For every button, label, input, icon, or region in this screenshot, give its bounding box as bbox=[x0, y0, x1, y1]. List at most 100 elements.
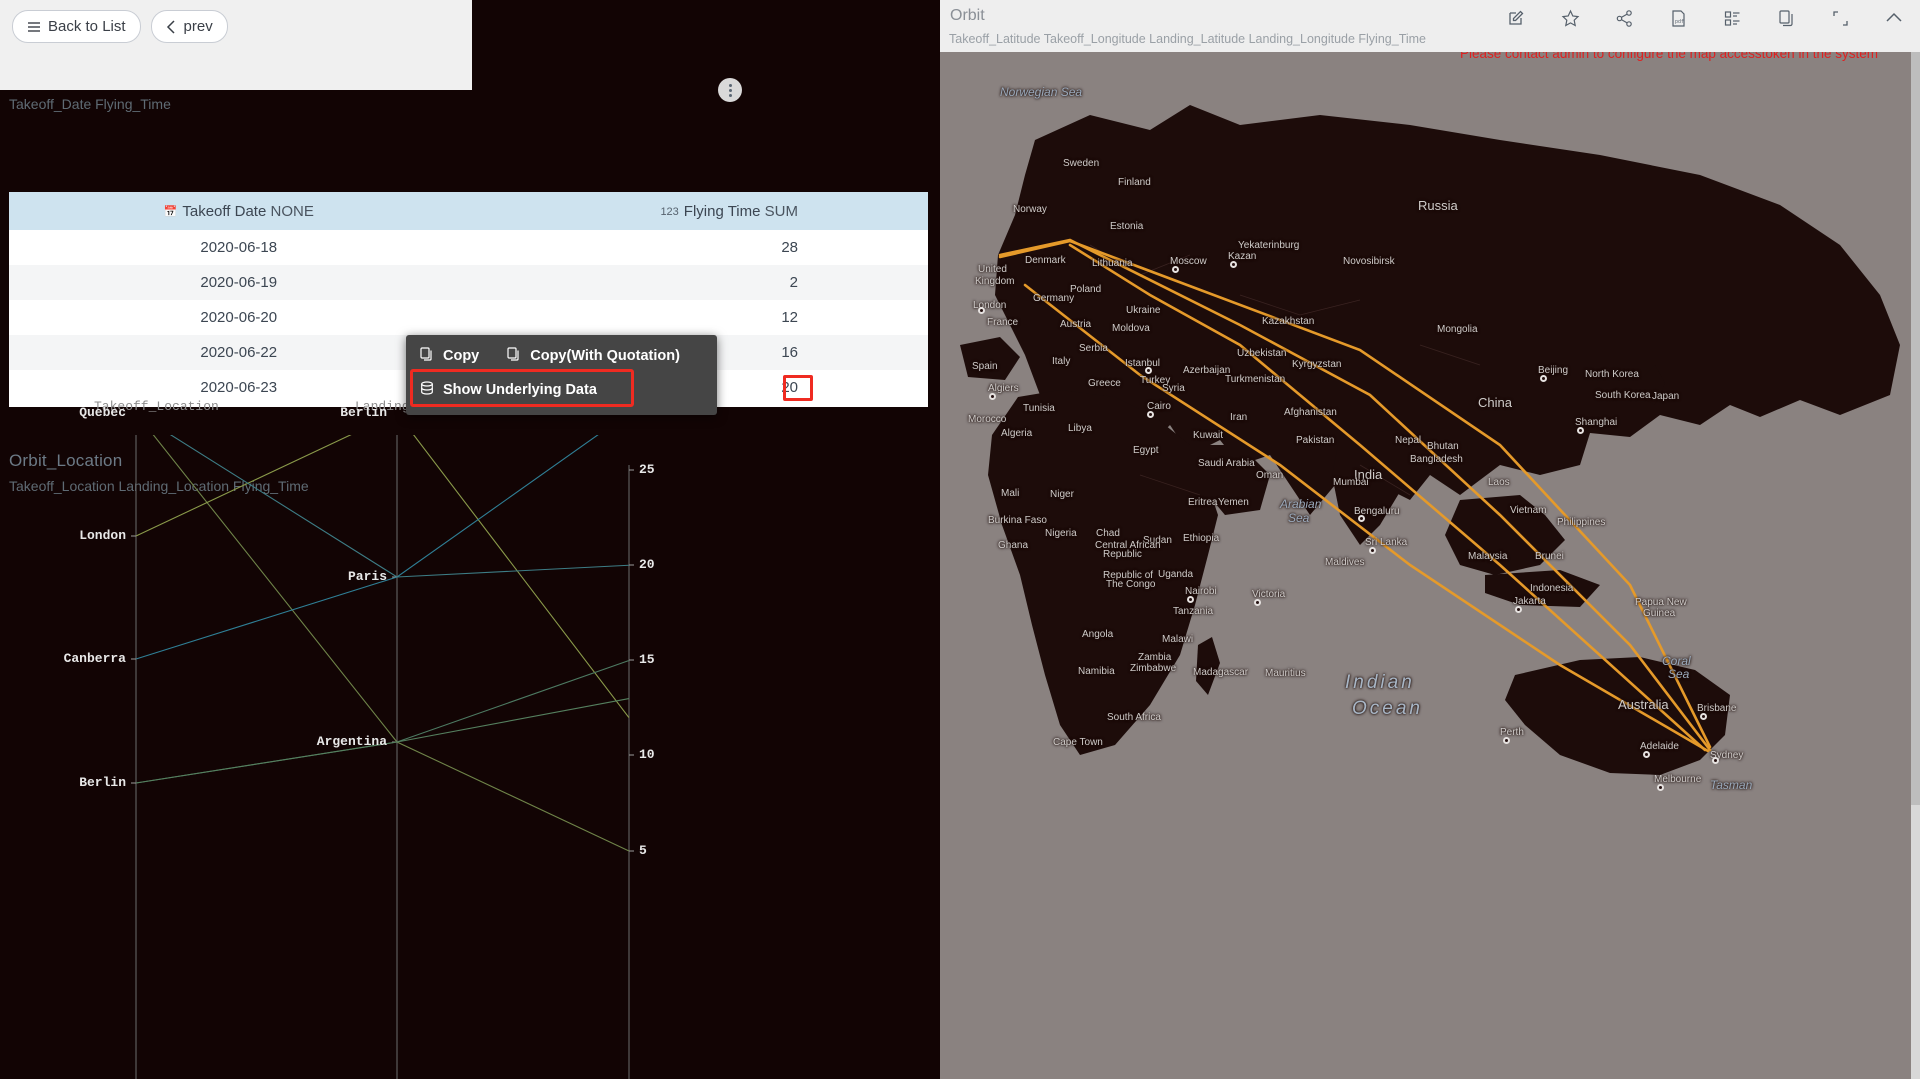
axis-tick-label: Berlin bbox=[340, 405, 387, 420]
map-label: Perth bbox=[1500, 727, 1524, 738]
map-label: Greece bbox=[1088, 378, 1121, 389]
axis-tick-label: 25 bbox=[639, 462, 655, 477]
map-label: Serbia bbox=[1079, 343, 1108, 354]
map-city-marker[interactable] bbox=[1145, 367, 1152, 374]
map-city-marker[interactable] bbox=[1147, 411, 1154, 418]
prev-button[interactable]: prev bbox=[150, 10, 228, 43]
map-label: Indian bbox=[1345, 672, 1415, 693]
map-city-marker[interactable] bbox=[1515, 606, 1522, 613]
copy-icon[interactable] bbox=[1774, 6, 1798, 30]
edit-icon[interactable] bbox=[1504, 6, 1528, 30]
cell-takeoff-date[interactable]: 2020-06-22 bbox=[9, 335, 469, 370]
context-menu-item-copy[interactable]: Copy bbox=[406, 339, 493, 373]
context-menu-item-copy-with-quotation[interactable]: Copy(With Quotation) bbox=[493, 339, 694, 373]
map-label: United bbox=[978, 264, 1007, 275]
cell-flying-time[interactable]: 12 bbox=[468, 300, 928, 335]
map-label: Poland bbox=[1070, 284, 1102, 295]
map-label: Kingdom bbox=[975, 276, 1015, 287]
back-to-list-label: Back to List bbox=[48, 18, 126, 35]
pdf-icon[interactable]: pdf bbox=[1666, 6, 1690, 30]
map-label: Namibia bbox=[1078, 666, 1115, 677]
map-city-marker[interactable] bbox=[1230, 261, 1237, 268]
map-label: Arabian bbox=[1280, 497, 1322, 511]
map-label: The Congo bbox=[1106, 579, 1156, 590]
map-city-marker[interactable] bbox=[1358, 515, 1365, 522]
map-label: Azerbaijan bbox=[1183, 365, 1231, 376]
map-city-marker[interactable] bbox=[989, 393, 996, 400]
flying-time-more-button[interactable] bbox=[718, 78, 742, 102]
axis-tick-label: 10 bbox=[639, 747, 655, 762]
map-toolbar: pdf bbox=[1504, 6, 1906, 30]
map-label: Ocean bbox=[1352, 698, 1423, 719]
map-label: Guinea bbox=[1643, 608, 1676, 619]
map-city-marker[interactable] bbox=[1540, 375, 1547, 382]
map-label: Brunei bbox=[1535, 551, 1564, 562]
map-city-marker[interactable] bbox=[1254, 599, 1261, 606]
map-city-marker[interactable] bbox=[1369, 547, 1376, 554]
cell-takeoff-date[interactable]: 2020-06-19 bbox=[9, 265, 469, 300]
parallel-coordinates-line[interactable] bbox=[135, 435, 629, 660]
table-row[interactable]: 2020-06-20 12 bbox=[9, 300, 928, 335]
share-icon[interactable] bbox=[1612, 6, 1636, 30]
axis-tick-label: 20 bbox=[639, 557, 655, 572]
cell-flying-time[interactable]: 28 bbox=[468, 230, 928, 265]
context-menu-item-copy-label: Copy bbox=[443, 348, 480, 364]
map-label: Tanzania bbox=[1173, 606, 1214, 617]
map-label: Kuwait bbox=[1193, 430, 1224, 441]
scrollbar-thumb[interactable] bbox=[1911, 45, 1920, 805]
table-row[interactable]: 2020-06-19 2 bbox=[9, 265, 928, 300]
map-label: Australia bbox=[1618, 697, 1669, 712]
axis-tick-label: Paris bbox=[347, 569, 387, 584]
parallel-coordinates-line[interactable] bbox=[136, 435, 630, 852]
map-label: Malaysia bbox=[1468, 551, 1508, 562]
parallel-coordinates-chart[interactable] bbox=[0, 435, 940, 1079]
copy-icon bbox=[420, 347, 434, 365]
more-vertical-icon bbox=[728, 88, 732, 92]
map-city-marker[interactable] bbox=[1187, 596, 1194, 603]
chevron-left-icon bbox=[166, 19, 177, 35]
map-city-marker[interactable] bbox=[1503, 737, 1510, 744]
map-label: Ethiopia bbox=[1183, 533, 1220, 544]
chevron-up-icon[interactable] bbox=[1882, 6, 1906, 30]
map-city-marker[interactable] bbox=[1712, 757, 1719, 764]
map-city-marker[interactable] bbox=[978, 307, 985, 314]
map-label: Mongolia bbox=[1437, 324, 1478, 335]
parallel-coordinates-line[interactable] bbox=[135, 659, 630, 784]
map-label: Tunisia bbox=[1023, 403, 1055, 414]
map-city-marker[interactable] bbox=[1657, 784, 1664, 791]
table-row[interactable]: 2020-06-18 28 bbox=[9, 230, 928, 265]
map-city-marker[interactable] bbox=[1577, 427, 1584, 434]
context-menu-item-copy-with-quotation-label: Copy(With Quotation) bbox=[530, 348, 680, 364]
map-label: Norwegian Sea bbox=[1000, 85, 1083, 99]
map-label: Oman bbox=[1256, 470, 1284, 481]
column-header-takeoff-date[interactable]: 📅 Takeoff Date NONE bbox=[9, 192, 469, 230]
map-label: Philippines bbox=[1557, 517, 1606, 528]
map-vertical-scrollbar[interactable] bbox=[1911, 45, 1920, 1079]
context-menu-row-copy: Copy Copy(With Quotation) bbox=[406, 339, 717, 373]
map-canvas[interactable]: Norwegian Sea Sweden Finland Russia Norway Es… bbox=[940, 45, 1920, 1079]
map-city-marker[interactable] bbox=[1643, 751, 1650, 758]
map-label: Angola bbox=[1082, 629, 1114, 640]
map-city-marker[interactable] bbox=[1172, 266, 1179, 273]
cell-takeoff-date[interactable]: 2020-06-18 bbox=[9, 230, 469, 265]
cell-flying-time[interactable]: 2 bbox=[468, 265, 928, 300]
map-label: Maldives bbox=[1325, 557, 1365, 568]
axis-tick-label: Argentina bbox=[316, 734, 387, 749]
column-header-flying-time[interactable]: 123 Flying Time SUM bbox=[468, 192, 928, 230]
number-123-icon: 123 bbox=[660, 205, 679, 218]
map-subtitle: Takeoff_Latitude Takeoff_Longitude Landi… bbox=[949, 32, 1427, 46]
map-label: Eritrea bbox=[1188, 497, 1218, 508]
context-menu[interactable]: Copy Copy(With Quotation) Show Underlyin… bbox=[406, 335, 717, 415]
dashboard-left-column: Flight Last Week Back to List prev Flyin… bbox=[0, 0, 940, 1079]
more-vertical-icon bbox=[728, 83, 732, 87]
map-label: Algeria bbox=[1001, 428, 1033, 439]
map-city-marker[interactable] bbox=[1700, 713, 1707, 720]
cell-takeoff-date[interactable]: 2020-06-20 bbox=[9, 300, 469, 335]
flying-time-subtitle: Takeoff_Date Flying_Time bbox=[9, 96, 171, 112]
star-icon[interactable] bbox=[1558, 6, 1582, 30]
context-menu-item-show-underlying-data[interactable]: Show Underlying Data bbox=[406, 373, 717, 407]
svg-text:pdf: pdf bbox=[1675, 19, 1684, 25]
list-view-icon[interactable] bbox=[1720, 6, 1744, 30]
expand-icon[interactable] bbox=[1828, 6, 1852, 30]
back-to-list-button[interactable]: Back to List bbox=[12, 10, 141, 43]
